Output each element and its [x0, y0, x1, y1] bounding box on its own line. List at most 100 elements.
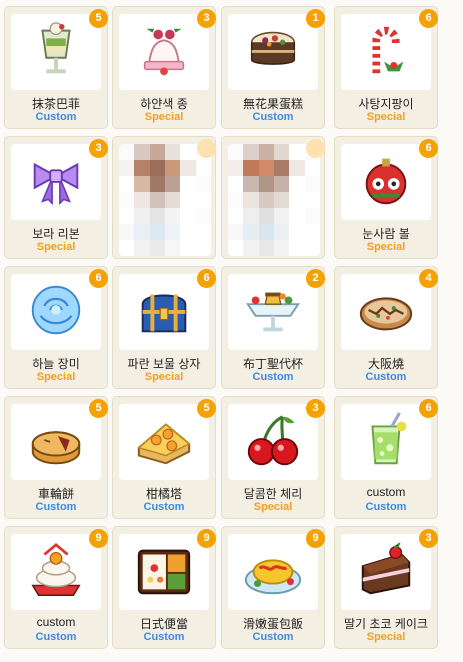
quantity-badge: 5 — [197, 399, 216, 418]
quantity-badge: 6 — [419, 139, 438, 158]
item-name: 눈사람 볼 — [362, 227, 410, 241]
blurred-item-icon — [228, 144, 320, 256]
item-type-tag: Special — [253, 501, 293, 513]
blue-treasure-chest-icon — [133, 279, 195, 346]
item-image — [119, 274, 209, 350]
item-type-tag: Custom — [252, 111, 294, 123]
item-image — [11, 144, 101, 220]
item-card[interactable]: 抹茶巴菲 Custom 5 — [4, 6, 108, 129]
okonomiyaki-icon — [355, 279, 417, 346]
omurice-icon — [242, 539, 304, 606]
green-drink-icon — [355, 409, 417, 476]
item-type-tag: Special — [36, 241, 76, 253]
item-name: 하늘 장미 — [32, 357, 80, 371]
item-image — [341, 404, 431, 480]
quantity-badge: 6 — [419, 399, 438, 418]
item-name: custom — [36, 615, 76, 629]
item-type-tag: Custom — [252, 371, 294, 383]
citrus-tart-icon — [133, 409, 195, 476]
item-name: 無花果蛋糕 — [242, 97, 303, 111]
item-type-tag: Special — [366, 241, 406, 253]
item-card[interactable]: 사탕지팡이 Special 6 — [334, 6, 438, 129]
item-card[interactable]: 딸기 초코 케이크 Special 3 — [334, 526, 438, 649]
item-type-tag: Custom — [252, 631, 294, 643]
item-card[interactable]: 하늘 장미 Special 6 — [4, 266, 108, 389]
quantity-badge: 9 — [89, 529, 108, 548]
quantity-badge: 9 — [306, 529, 325, 548]
item-card[interactable]: 눈사람 볼 Special 6 — [334, 136, 438, 259]
item-name: 布丁聖代杯 — [242, 357, 303, 371]
fig-cake-icon — [242, 19, 304, 86]
white-bell-icon — [133, 19, 195, 86]
item-card[interactable]: 無花果蛋糕 Custom 1 — [221, 6, 325, 129]
item-name: custom — [366, 485, 406, 499]
quantity-badge: 3 — [306, 399, 325, 418]
item-image — [11, 534, 101, 610]
candy-cane-icon — [355, 19, 417, 86]
item-type-tag: Custom — [365, 371, 407, 383]
quantity-badge: 3 — [419, 529, 438, 548]
item-card[interactable]: 日式便當 Custom 9 — [112, 526, 216, 649]
quantity-badge — [306, 139, 325, 158]
item-type-tag: Special — [366, 631, 406, 643]
item-card[interactable]: 보라 리본 Special 3 — [4, 136, 108, 259]
quantity-badge: 2 — [306, 269, 325, 288]
item-card[interactable]: 달콤한 체리 Special 3 — [221, 396, 325, 519]
item-image — [341, 274, 431, 350]
item-image — [228, 404, 318, 480]
quantity-badge: 4 — [419, 269, 438, 288]
item-name: 사탕지팡이 — [358, 97, 414, 111]
quantity-badge: 5 — [89, 399, 108, 418]
item-card[interactable] — [221, 136, 325, 259]
sky-rose-icon — [25, 279, 87, 346]
item-type-tag: Special — [144, 111, 184, 123]
item-grid: 抹茶巴菲 Custom 5 하얀색 종 Special 3 無花果蛋糕 Custom 1 사탕지팡… — [0, 0, 463, 662]
item-card[interactable]: 파란 보물 상자 Special 6 — [112, 266, 216, 389]
purple-ribbon-icon — [25, 149, 87, 216]
item-name: 柑橘塔 — [145, 487, 182, 501]
item-card[interactable]: 하얀색 종 Special 3 — [112, 6, 216, 129]
bento-icon — [133, 539, 195, 606]
item-type-tag: Special — [36, 371, 76, 383]
item-image — [228, 534, 318, 610]
item-name: 달콤한 체리 — [243, 487, 303, 501]
quantity-badge: 5 — [89, 9, 108, 28]
item-name: 抹茶巴菲 — [31, 97, 80, 111]
item-image — [341, 144, 431, 220]
item-image — [11, 14, 101, 90]
wheel-cake-icon — [25, 409, 87, 476]
item-name: 大阪燒 — [367, 357, 404, 371]
snowman-ornament-icon — [355, 149, 417, 216]
item-card[interactable]: custom Custom 6 — [334, 396, 438, 519]
item-type-tag: Custom — [35, 501, 77, 513]
item-type-tag: Special — [144, 371, 184, 383]
item-card[interactable]: 滑嫩蛋包飯 Custom 9 — [221, 526, 325, 649]
item-name: 보라 리본 — [32, 227, 80, 241]
item-type-tag: Custom — [143, 501, 185, 513]
item-card[interactable]: 車輪餅 Custom 5 — [4, 396, 108, 519]
blurred-item-icon — [119, 144, 211, 256]
item-card[interactable]: 大阪燒 Custom 4 — [334, 266, 438, 389]
quantity-badge: 1 — [306, 9, 325, 28]
item-card[interactable]: custom Custom 9 — [4, 526, 108, 649]
item-card[interactable] — [112, 136, 216, 259]
item-card[interactable]: 柑橘塔 Custom 5 — [112, 396, 216, 519]
matcha-parfait-icon — [25, 19, 87, 86]
item-image — [11, 274, 101, 350]
item-type-tag: Special — [366, 111, 406, 123]
quantity-badge: 3 — [197, 9, 216, 28]
item-card[interactable]: 布丁聖代杯 Custom 2 — [221, 266, 325, 389]
item-type-tag: Custom — [35, 631, 77, 643]
item-type-tag: Custom — [35, 111, 77, 123]
item-type-tag: Custom — [365, 501, 407, 513]
item-name: 滑嫩蛋包飯 — [242, 617, 303, 631]
item-image — [341, 534, 431, 610]
item-image — [119, 404, 209, 480]
quantity-badge: 9 — [197, 529, 216, 548]
quantity-badge: 6 — [89, 269, 108, 288]
item-image — [119, 534, 209, 610]
quantity-badge — [197, 139, 216, 158]
item-image — [119, 14, 209, 90]
quantity-badge: 3 — [89, 139, 108, 158]
item-image — [228, 14, 318, 90]
